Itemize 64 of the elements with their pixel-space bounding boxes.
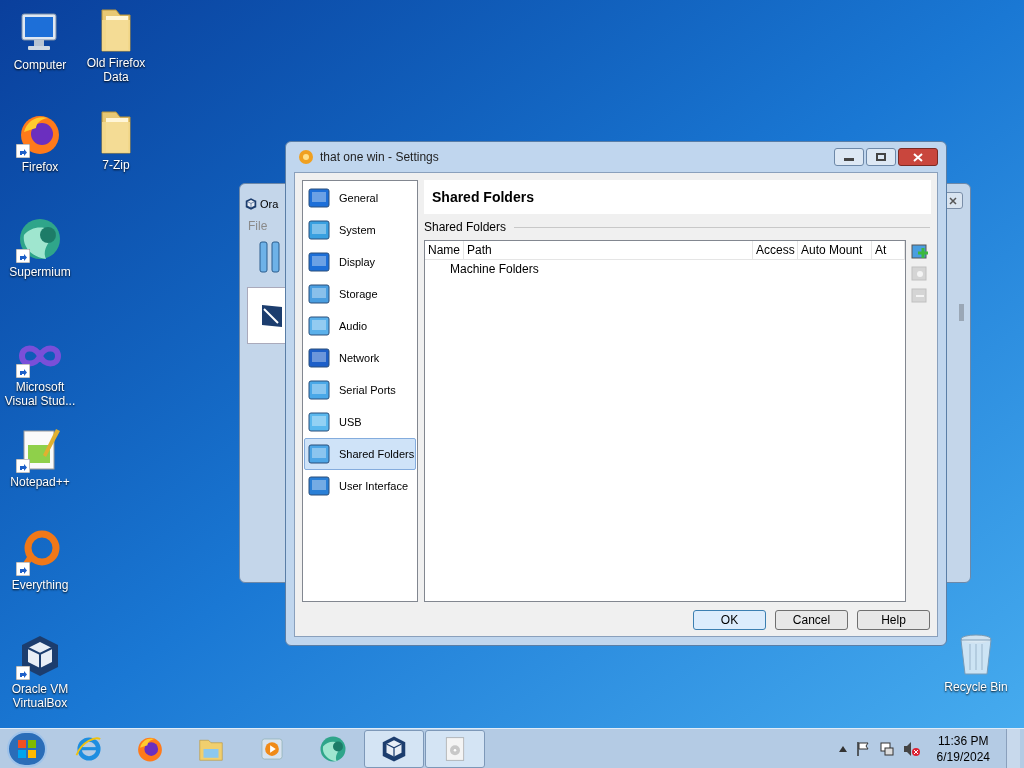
close-icon <box>913 152 923 162</box>
close-icon[interactable] <box>949 196 957 205</box>
category-icon <box>307 410 331 434</box>
minimize-button[interactable] <box>834 148 864 166</box>
start-button[interactable] <box>7 730 47 767</box>
tools-icon[interactable] <box>257 240 283 274</box>
window-title: that one win - Settings <box>320 149 439 166</box>
desktop-icon-label[interactable]: Everything <box>11 578 69 592</box>
desktop-icon-label[interactable]: Computer <box>13 58 67 72</box>
category-icon <box>307 346 331 370</box>
category-icon <box>307 378 331 402</box>
show-desktop-button[interactable] <box>1006 728 1020 768</box>
maximize-button[interactable] <box>866 148 896 166</box>
category-icon <box>307 442 331 466</box>
group-label: Shared Folders <box>424 219 507 236</box>
add-folder-icon[interactable] <box>911 242 929 260</box>
cube-icon <box>244 197 258 211</box>
category-icon <box>307 218 331 242</box>
column-header[interactable]: Access <box>753 241 798 259</box>
category-item[interactable]: USB <box>304 406 416 438</box>
category-item[interactable]: General <box>304 182 416 214</box>
category-item[interactable]: System <box>304 214 416 246</box>
clock-date[interactable]: 6/19/2024 <box>936 748 990 765</box>
column-header[interactable]: Path <box>464 241 753 259</box>
column-header[interactable]: Auto Mount <box>798 241 872 259</box>
desktop-icon-label[interactable]: Supermium <box>9 265 71 279</box>
window-title: Ora <box>260 196 279 212</box>
desktop-icon-label[interactable]: 7-Zip <box>102 158 130 172</box>
category-icon <box>307 186 331 210</box>
category-icon <box>307 250 331 274</box>
close-button[interactable] <box>898 148 938 166</box>
dialog-button[interactable]: Help <box>857 610 930 630</box>
network-icon[interactable] <box>878 740 895 757</box>
category-item[interactable]: Audio <box>304 310 416 342</box>
desktop-icon-label[interactable]: Firefox <box>21 160 59 174</box>
category-icon <box>307 474 331 498</box>
desktop-icon-label[interactable]: Oracle VM VirtualBox <box>4 682 76 710</box>
category-item[interactable]: Shared Folders <box>304 438 416 470</box>
dialog-button[interactable]: OK <box>693 610 766 630</box>
minimize-icon <box>844 158 854 161</box>
scrollbar-thumb[interactable] <box>959 304 964 321</box>
dialog-button[interactable]: Cancel <box>775 610 848 630</box>
taskbar-app-button[interactable] <box>364 729 424 768</box>
category-icon <box>307 314 331 338</box>
desktop-icon-label[interactable]: Microsoft Visual Stud... <box>4 380 76 408</box>
column-header[interactable]: Name <box>425 241 464 259</box>
muted-speaker-icon[interactable] <box>902 740 921 757</box>
page-title: Shared Folders <box>432 187 534 207</box>
category-item[interactable]: Serial Ports <box>304 374 416 406</box>
category-item[interactable]: Display <box>304 246 416 278</box>
category-item[interactable]: User Interface <box>304 470 416 502</box>
category-item[interactable]: Storage <box>304 278 416 310</box>
caret-up-icon[interactable] <box>838 745 847 752</box>
desktop-icon-label[interactable]: Old Firefox Data <box>80 56 152 84</box>
desktop-icon-label[interactable]: Notepad++ <box>10 475 70 489</box>
category-item[interactable]: Network <box>304 342 416 374</box>
flag-icon[interactable] <box>854 740 871 757</box>
tree-item[interactable]: Machine Folders <box>450 260 539 278</box>
maximize-icon <box>876 153 886 161</box>
clock-time[interactable]: 11:36 PM <box>938 732 989 749</box>
gear-icon <box>298 149 314 165</box>
category-icon <box>307 282 331 306</box>
column-header[interactable]: At <box>872 241 905 259</box>
windows-logo-icon <box>17 738 37 759</box>
